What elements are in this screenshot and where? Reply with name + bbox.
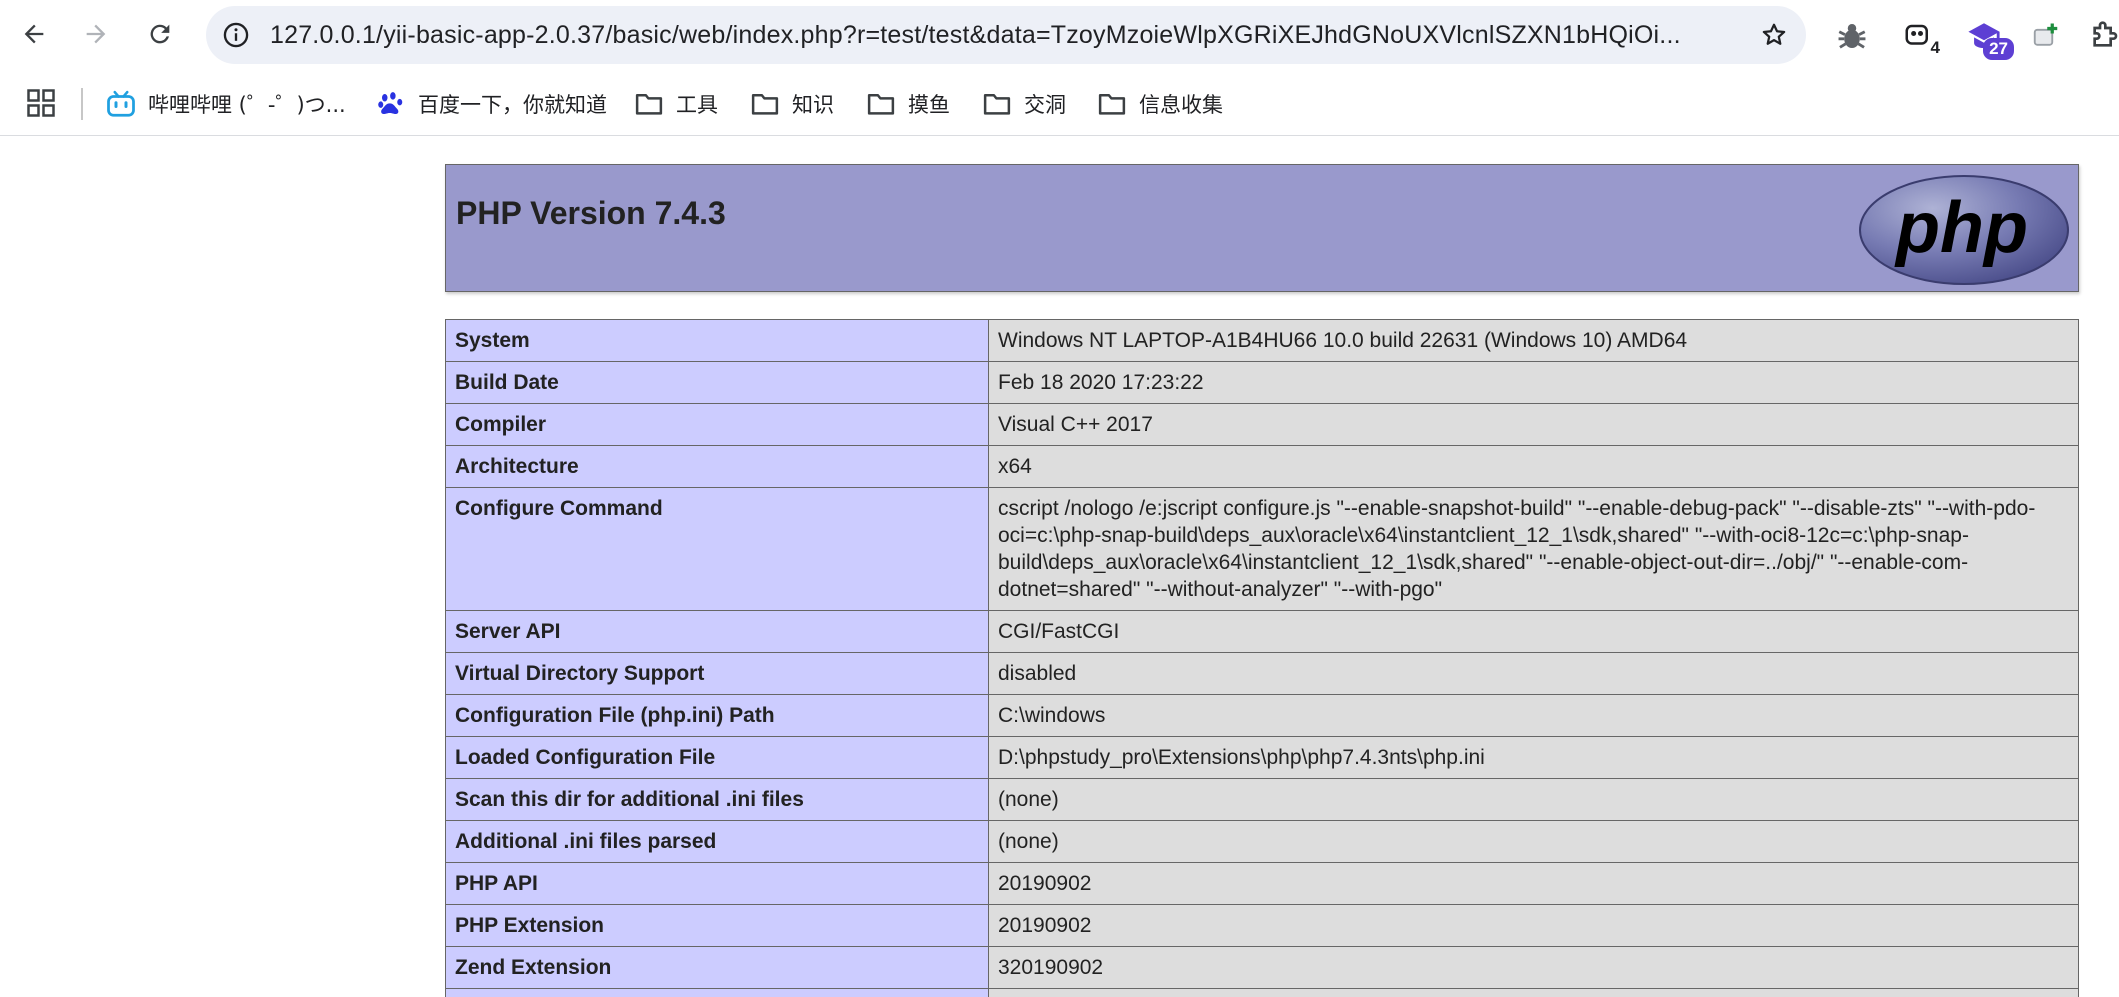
- info-value: D:\phpstudy_pro\Extensions\php\php7.4.3n…: [988, 736, 2079, 779]
- bookmark-label: 百度一下，你就知道: [418, 93, 607, 117]
- info-key: Loaded Configuration File: [445, 736, 989, 779]
- folder-icon: [867, 94, 895, 115]
- info-value: 320190902: [988, 946, 2079, 989]
- table-row: [445, 988, 2079, 997]
- info-value: 20190902: [988, 862, 2079, 905]
- address-bar[interactable]: 127.0.0.1/yii-basic-app-2.0.37/basic/web…: [206, 6, 1806, 64]
- bilibili-icon: [107, 90, 135, 117]
- php-logo-text: php: [1894, 188, 2028, 268]
- reload-icon: [150, 24, 170, 44]
- bookmarks-bar: 哔哩哔哩 (゜-゜)つ... 百度一下，你就知道 工具 知识 摸鱼 交洞 信息收…: [0, 72, 2119, 136]
- info-value: 20190902: [988, 904, 2079, 947]
- extension-badge: 4: [1930, 38, 1940, 57]
- info-value: (none): [988, 778, 2079, 821]
- url-text[interactable]: 127.0.0.1/yii-basic-app-2.0.37/basic/web…: [270, 6, 1730, 64]
- back-button[interactable]: [10, 10, 58, 58]
- table-row: Architecture x64: [445, 445, 2079, 488]
- info-key: Configuration File (php.ini) Path: [445, 694, 989, 737]
- folder-icon: [635, 94, 663, 115]
- page-title: PHP Version 7.4.3: [456, 195, 726, 231]
- info-key: PHP Extension: [445, 904, 989, 947]
- bookmark-label: 知识: [792, 93, 834, 117]
- table-row: Loaded Configuration File D:\phpstudy_pro…: [445, 736, 2079, 779]
- forward-button[interactable]: [72, 10, 120, 58]
- bookmark-baidu[interactable]: 百度一下，你就知道: [376, 84, 607, 124]
- table-row: Compiler Visual C++ 2017: [445, 403, 2079, 446]
- bookmark-label: 哔哩哔哩 (゜-゜)つ...: [148, 93, 346, 117]
- arrow-left-icon: [24, 24, 44, 44]
- browser-toolbar: 127.0.0.1/yii-basic-app-2.0.37/basic/web…: [0, 0, 2119, 72]
- bookmark-star-button[interactable]: [1756, 17, 1792, 53]
- bookmark-folder-tools[interactable]: 工具: [634, 84, 718, 124]
- info-key: Architecture: [445, 445, 989, 488]
- extension-add[interactable]: [2024, 14, 2068, 58]
- extension-panda[interactable]: 4: [1896, 14, 1940, 58]
- bookmark-label: 摸鱼: [908, 93, 950, 117]
- info-key: PHP API: [445, 862, 989, 905]
- php-info-table: System Windows NT LAPTOP-A1B4HU66 10.0 bu…: [445, 319, 2079, 997]
- bug-icon: [1838, 23, 1866, 49]
- info-key: Additional .ini files parsed: [445, 820, 989, 863]
- info-value: CGI/FastCGI: [988, 610, 2079, 653]
- bookmark-bilibili[interactable]: 哔哩哔哩 (゜-゜)つ...: [106, 84, 346, 124]
- folder-icon: [1098, 94, 1126, 115]
- php-version-header: PHP Version 7.4.3 php: [445, 164, 2079, 292]
- info-key: Virtual Directory Support: [445, 652, 989, 695]
- bookmark-folder-jiaodong[interactable]: 交洞: [982, 84, 1066, 124]
- table-row: Zend Extension 320190902: [445, 946, 2079, 989]
- info-value: C:\windows: [988, 694, 2079, 737]
- folder-icon: [983, 94, 1011, 115]
- bookmark-folder-slacking[interactable]: 摸鱼: [866, 84, 950, 124]
- bookmark-folder-knowledge[interactable]: 知识: [750, 84, 834, 124]
- table-row: Additional .ini files parsed (none): [445, 820, 2079, 863]
- info-value: Windows NT LAPTOP-A1B4HU66 10.0 build 22…: [988, 319, 2079, 362]
- info-value: Visual C++ 2017: [988, 403, 2079, 446]
- site-info-button[interactable]: [218, 17, 254, 53]
- folder-icon: [751, 94, 779, 115]
- table-row: Configuration File (php.ini) Path C:\wind…: [445, 694, 2079, 737]
- star-icon: [1762, 23, 1786, 45]
- add-extension-icon: [2033, 23, 2058, 46]
- table-row: Scan this dir for additional .ini files(…: [445, 778, 2079, 821]
- extension-count-badge: 27: [1983, 38, 2014, 60]
- info-value: Feb 18 2020 17:23:22: [988, 361, 2079, 404]
- info-key: Build Date: [445, 361, 989, 404]
- info-value: disabled: [988, 652, 2079, 695]
- info-key: Configure Command: [445, 487, 989, 611]
- bookmark-label: 交洞: [1024, 93, 1066, 117]
- panda-extension-icon: [1905, 24, 1928, 45]
- table-row: PHP API 20190902: [445, 862, 2079, 905]
- bookmark-label: 信息收集: [1139, 93, 1223, 117]
- extension-academic[interactable]: 27: [1962, 14, 2014, 60]
- info-key: System: [445, 319, 989, 362]
- table-row: Virtual Directory Support disabled: [445, 652, 2079, 695]
- extensions-menu-button[interactable]: [2082, 14, 2119, 58]
- table-row: Build Date Feb 18 2020 17:23:22: [445, 361, 2079, 404]
- info-key: Server API: [445, 610, 989, 653]
- table-row: Configure Command cscript /nologo /e:jscr…: [445, 487, 2079, 611]
- table-row: System Windows NT LAPTOP-A1B4HU66 10.0 bu…: [445, 319, 2079, 362]
- info-key: Zend Extension: [445, 946, 989, 989]
- arrow-right-icon: [86, 24, 106, 44]
- puzzle-icon: [2093, 21, 2118, 47]
- info-key: Scan this dir for additional .ini files: [445, 778, 989, 821]
- info-icon: [223, 22, 249, 48]
- bookmark-label: 工具: [676, 93, 718, 117]
- apps-grid-icon[interactable]: [26, 88, 56, 118]
- php-logo-icon[interactable]: php: [1858, 174, 2070, 286]
- phpinfo-page: PHP Version 7.4.3 php System Windows NT L…: [445, 164, 2079, 997]
- bookmark-folder-info-gathering[interactable]: 信息收集: [1097, 84, 1223, 124]
- info-key: [445, 988, 989, 997]
- info-value: cscript /nologo /e:jscript configure.js …: [988, 487, 2079, 611]
- info-value: x64: [988, 445, 2079, 488]
- info-key: Compiler: [445, 403, 989, 446]
- baidu-paw-icon: [378, 92, 403, 114]
- extension-bug[interactable]: [1830, 14, 1874, 58]
- info-value: [988, 988, 2079, 997]
- bookmarks-divider: [81, 88, 83, 120]
- reload-button[interactable]: [136, 10, 184, 58]
- table-row: PHP Extension 20190902: [445, 904, 2079, 947]
- table-row: Server API CGI/FastCGI: [445, 610, 2079, 653]
- info-value: (none): [988, 820, 2079, 863]
